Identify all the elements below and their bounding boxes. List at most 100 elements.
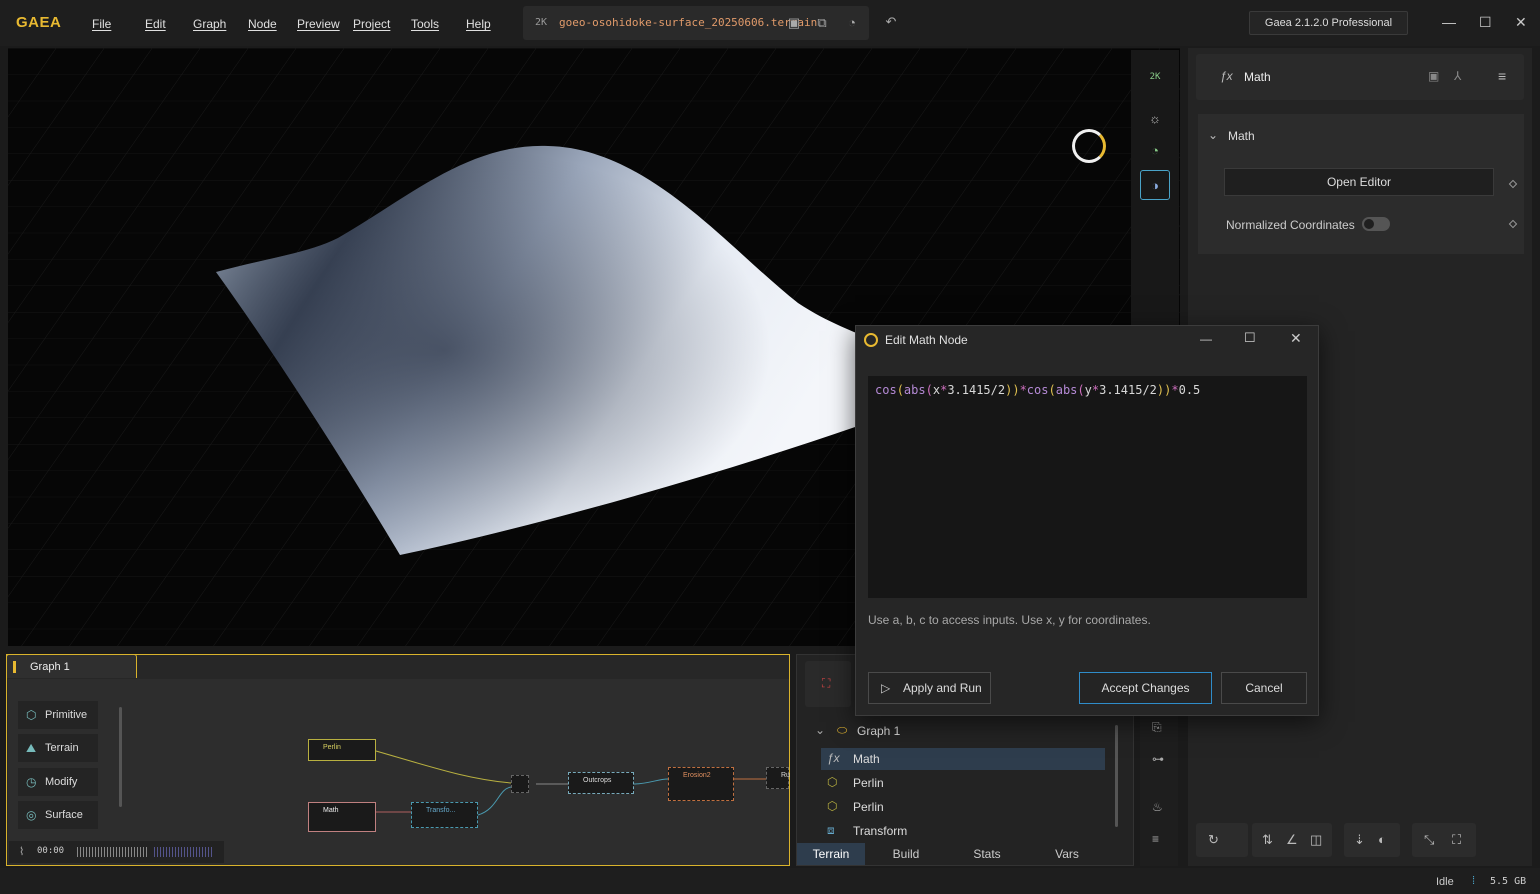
tree-scrollbar[interactable] bbox=[1115, 725, 1118, 827]
menu-edit[interactable]: Edit bbox=[145, 17, 166, 31]
flame-icon[interactable]: ♨ bbox=[1152, 800, 1163, 814]
code-token: 3.1415/2 bbox=[947, 383, 1006, 397]
copy-icon[interactable]: ⧉ bbox=[813, 15, 831, 31]
side-tool-strip: ⎘ ⊶ ♨ ≡ bbox=[1140, 714, 1178, 866]
code-token: ( bbox=[925, 383, 933, 397]
minimize-icon[interactable]: — bbox=[1442, 14, 1456, 30]
list-icon[interactable]: ≡ bbox=[1152, 832, 1159, 846]
timeline-time: 00:00 bbox=[37, 846, 65, 856]
tree-item-label: Perlin bbox=[853, 776, 884, 790]
history-icon[interactable]: ◔ bbox=[843, 15, 861, 31]
keyframe-icon[interactable] bbox=[1508, 179, 1518, 189]
dialog-title: Edit Math Node bbox=[885, 333, 968, 347]
file-box: 2K goeo-osohidoke-surface_20250606.terra… bbox=[523, 6, 869, 40]
menu-preview[interactable]: Preview bbox=[297, 17, 340, 31]
menu-file[interactable]: File bbox=[92, 17, 111, 31]
tree-item-transform[interactable]: ⧈ Transform bbox=[821, 820, 1105, 842]
axis-icon[interactable]: ⅄ bbox=[1454, 69, 1461, 83]
tree-item-math[interactable]: ƒx Math bbox=[821, 748, 1105, 770]
code-token: )) bbox=[1005, 383, 1020, 397]
refresh-icon[interactable]: ↻ bbox=[1208, 832, 1219, 848]
accept-changes-button[interactable]: Accept Changes bbox=[1079, 672, 1212, 704]
tree-header-button[interactable]: ⛶ bbox=[805, 661, 851, 707]
menu-node[interactable]: Node bbox=[248, 17, 277, 31]
menu-project[interactable]: Project bbox=[353, 17, 390, 31]
loading-spinner bbox=[1072, 129, 1106, 163]
graph-tab[interactable]: Graph 1 bbox=[6, 654, 137, 678]
graph-root-icon: ⬭ bbox=[837, 723, 848, 737]
tab-build[interactable]: Build bbox=[869, 843, 943, 865]
toolbar-group: ⇣ ◐ bbox=[1344, 823, 1400, 857]
fullscreen-icon[interactable]: ⛶ bbox=[1452, 832, 1461, 848]
node-outcrops[interactable]: Outcrops bbox=[568, 772, 634, 794]
tree-item-perlin[interactable]: ⬡ Perlin bbox=[821, 796, 1105, 818]
hexagon-icon: ⬡ bbox=[827, 799, 838, 813]
edit-math-dialog: Edit Math Node — ☐ ✕ cos(abs(x*3.1415/2)… bbox=[855, 325, 1319, 716]
menu-graph[interactable]: Graph bbox=[193, 17, 226, 31]
menu-tools[interactable]: Tools bbox=[411, 17, 439, 31]
apply-and-run-button[interactable]: ▷ Apply and Run bbox=[868, 672, 991, 704]
node-combine[interactable] bbox=[511, 775, 529, 793]
gaea-logo-icon bbox=[864, 333, 878, 347]
node-label: Perlin bbox=[323, 744, 341, 751]
chevron-down-icon[interactable]: ⌄ bbox=[815, 723, 825, 737]
tab-stats[interactable]: Stats bbox=[949, 843, 1025, 865]
timeline-markers[interactable] bbox=[154, 847, 212, 857]
sun-icon[interactable]: ☼ bbox=[1140, 104, 1170, 134]
compass-icon[interactable]: ◔ bbox=[1140, 136, 1170, 166]
timeline-ticks[interactable] bbox=[77, 847, 149, 857]
node-perlin[interactable]: Perlin bbox=[308, 739, 376, 761]
menu-help[interactable]: Help bbox=[466, 17, 491, 31]
status-bar: Idle ⁞ 5.5 GB bbox=[0, 868, 1540, 894]
code-token: )) bbox=[1156, 383, 1172, 397]
version-badge[interactable]: Gaea 2.1.2.0 Professional bbox=[1249, 11, 1408, 35]
angle-icon[interactable]: ∠ bbox=[1286, 832, 1298, 848]
close-icon[interactable]: ✕ bbox=[1290, 330, 1302, 347]
minimize-icon[interactable]: — bbox=[1200, 332, 1212, 346]
resolution-button[interactable]: 2K bbox=[1140, 62, 1170, 92]
node-label: Erosion2 bbox=[683, 772, 711, 779]
code-token: ( bbox=[1077, 383, 1085, 397]
expression-code[interactable]: cos(abs(x*3.1415/2))*cos(abs(y*3.1415/2)… bbox=[875, 383, 1200, 397]
fx-icon: ƒx bbox=[827, 751, 840, 765]
tree-root-label[interactable]: Graph 1 bbox=[857, 724, 900, 738]
tab-terrain[interactable]: Terrain bbox=[797, 843, 865, 865]
save-icon[interactable]: ▣ bbox=[785, 15, 803, 31]
shading-icon[interactable]: ◑ bbox=[1140, 170, 1170, 200]
undo-icon[interactable]: ↶ bbox=[882, 14, 900, 30]
tab-vars[interactable]: Vars bbox=[1029, 843, 1105, 865]
menu-icon[interactable]: ≡ bbox=[1498, 68, 1506, 84]
node-transform[interactable]: Transfo... bbox=[411, 802, 478, 828]
bookmark-icon[interactable]: ⎘ bbox=[1152, 720, 1162, 735]
resolution-badge[interactable]: 2K bbox=[535, 17, 547, 28]
graph-canvas[interactable]: ⬡ Primitive ⛰ Terrain ◷ Modify ◎ Surface… bbox=[8, 679, 790, 865]
contrast-icon[interactable]: ◐ bbox=[1378, 832, 1386, 847]
code-token: ( bbox=[896, 383, 904, 397]
normalized-coords-toggle[interactable] bbox=[1362, 217, 1390, 231]
play-icon: ▷ bbox=[881, 681, 891, 695]
toolbar-group: ↻ bbox=[1196, 823, 1248, 857]
code-token: cos bbox=[1026, 383, 1049, 397]
node-ru[interactable]: Ru bbox=[766, 767, 790, 789]
code-token: * bbox=[1019, 383, 1027, 397]
pin-icon[interactable]: ⇣ bbox=[1354, 832, 1365, 848]
close-icon[interactable]: ✕ bbox=[1515, 14, 1527, 31]
maximize-icon[interactable]: ☐ bbox=[1244, 330, 1256, 346]
preview-icon[interactable]: ▣ bbox=[1428, 69, 1439, 83]
split-icon[interactable]: ◫ bbox=[1310, 832, 1322, 848]
code-editor[interactable]: cos(abs(x*3.1415/2))*cos(abs(y*3.1415/2)… bbox=[868, 376, 1307, 598]
code-token: 0.5 bbox=[1178, 383, 1201, 397]
hierarchy-icon[interactable]: ⊶ bbox=[1152, 752, 1164, 766]
open-editor-button[interactable]: Open Editor bbox=[1224, 168, 1494, 196]
node-math[interactable]: Math bbox=[308, 802, 376, 832]
collapse-icon[interactable]: ⤡ bbox=[1424, 832, 1434, 848]
file-name[interactable]: goeo-osohidoke-surface_20250606.terrain bbox=[559, 16, 817, 29]
code-token: 3.1415/2 bbox=[1099, 383, 1157, 397]
flip-icon[interactable]: ⇅ bbox=[1262, 832, 1273, 848]
cancel-button[interactable]: Cancel bbox=[1221, 672, 1307, 704]
tree-item-perlin[interactable]: ⬡ Perlin bbox=[821, 772, 1105, 794]
chevron-down-icon[interactable]: ⌄ bbox=[1208, 128, 1218, 142]
maximize-icon[interactable]: ☐ bbox=[1479, 14, 1492, 31]
node-erosion[interactable]: Erosion2 bbox=[668, 767, 734, 801]
keyframe-icon[interactable] bbox=[1508, 219, 1518, 229]
